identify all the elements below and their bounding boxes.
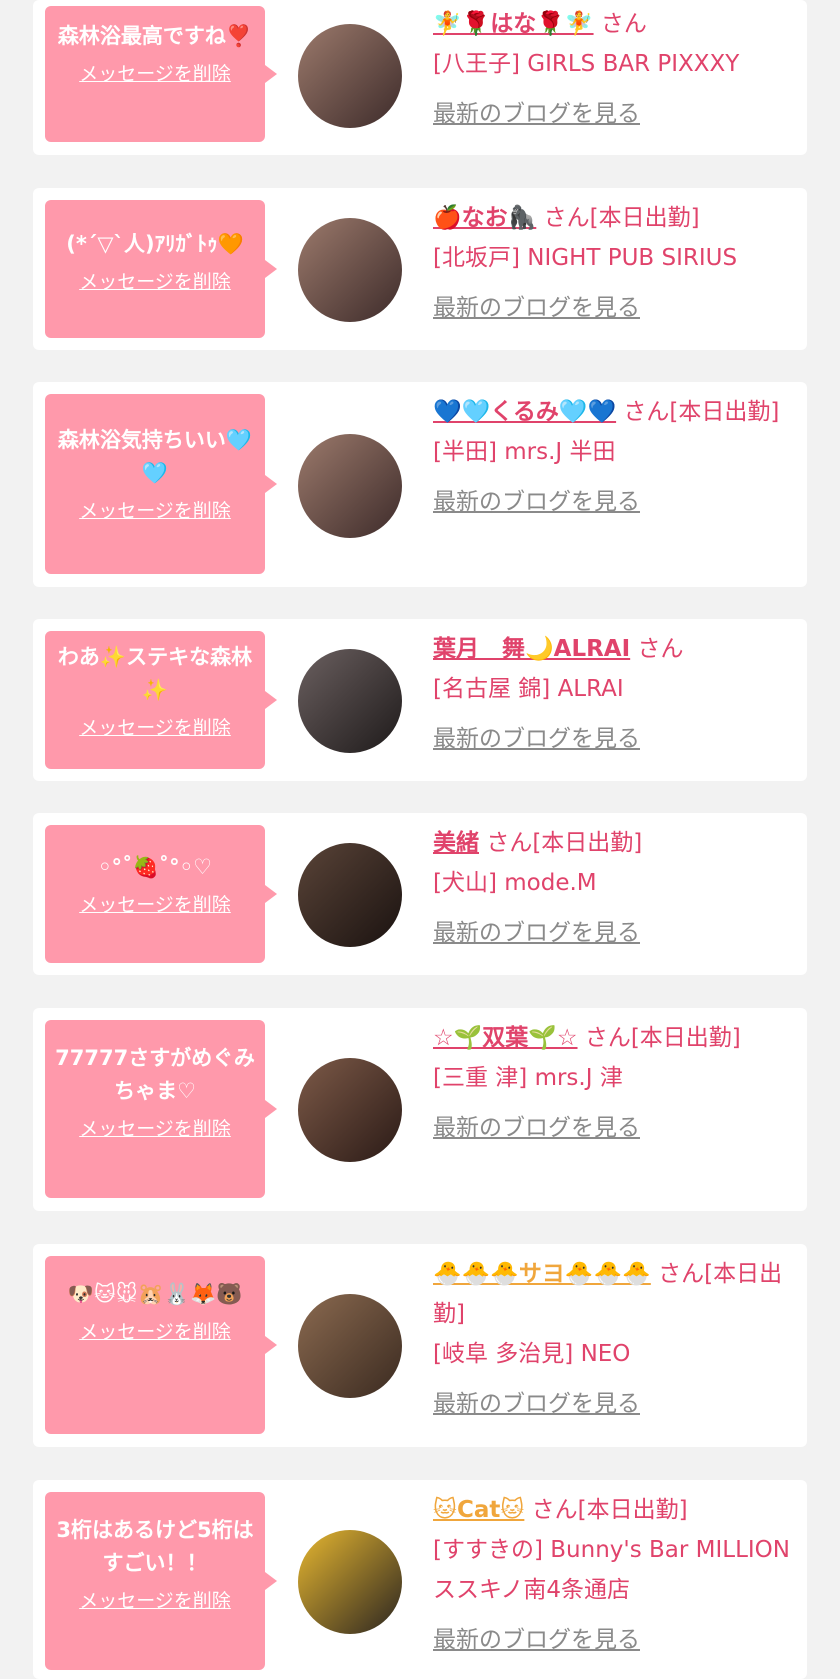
latest-blog-link[interactable]: 最新のブログを見る [433,94,793,134]
shop-name: [八王子] GIRLS BAR PIXXXY [433,51,740,77]
avatar[interactable] [298,24,402,128]
list-item: わあ✨ステキな森林✨ メッセージを削除 葉月 舞🌙ALRAI さん [名古屋 錦… [33,619,807,781]
delete-message-link[interactable]: メッセージを削除 [53,890,257,917]
cast-name-link[interactable]: ☆🌱双葉🌱☆ [433,1025,578,1051]
message-bubble: (*´▽`人)ｱﾘｶﾞﾄｩ🧡 メッセージを削除 [45,200,277,338]
message-bubble: わあ✨ステキな森林✨ メッセージを削除 [45,631,277,769]
latest-blog-link[interactable]: 最新のブログを見る [433,288,793,328]
delete-message-link[interactable]: メッセージを削除 [53,1317,257,1344]
latest-blog-link[interactable]: 最新のブログを見る [433,482,793,522]
message-text: 🐶🐱🐭🐹🐰🦊🐻 [67,1282,243,1306]
list-item: 森林浴気持ちいい🩵🩵 メッセージを削除 💙🩵くるみ🩵💙 さん[本日出勤] [半田… [33,382,807,587]
delete-message-link[interactable]: メッセージを削除 [53,713,257,740]
list-item: 🐶🐱🐭🐹🐰🦊🐻 メッセージを削除 🐣🐣🐣サヨ🐣🐣🐣 さん[本日出勤] [岐阜 多… [33,1244,807,1447]
shop-name: [三重 津] mrs.J 津 [433,1065,623,1091]
cast-name-link[interactable]: 💙🩵くるみ🩵💙 [433,399,616,425]
message-text: 3桁はあるけど5桁はすごい！！ [56,1518,254,1575]
avatar[interactable] [298,218,402,322]
list-item: 77777さすがめぐみちゃま♡ メッセージを削除 ☆🌱双葉🌱☆ さん[本日出勤]… [33,1008,807,1211]
honorific-status: さん[本日出勤] [543,205,700,231]
favorites-list: 森林浴最高ですね❣️ メッセージを削除 🧚🌹はな🌹🧚 さん [八王子] GIRL… [0,0,840,1679]
list-item: ◦°˚🍓˚°◦♡ メッセージを削除 美緒 さん[本日出勤] [犬山] mode.… [33,813,807,975]
message-bubble: 3桁はあるけど5桁はすごい！！ メッセージを削除 [45,1492,277,1670]
avatar[interactable] [298,843,402,947]
honorific-status: さん [600,11,647,37]
latest-blog-link[interactable]: 最新のブログを見る [433,1108,793,1148]
avatar[interactable] [298,649,402,753]
message-bubble: 森林浴気持ちいい🩵🩵 メッセージを削除 [45,394,277,574]
latest-blog-link[interactable]: 最新のブログを見る [433,913,793,953]
list-item: 3桁はあるけど5桁はすごい！！ メッセージを削除 🐱Cat🐱 さん[本日出勤] … [33,1480,807,1679]
honorific-status: さん [637,636,684,662]
message-text: (*´▽`人)ｱﾘｶﾞﾄｩ🧡 [66,232,244,256]
cast-name-link[interactable]: 🐱Cat🐱 [433,1497,524,1523]
shop-name: [北坂戸] NIGHT PUB SIRIUS [433,245,738,271]
shop-name: [名古屋 錦] ALRAI [433,676,624,702]
honorific-status: さん[本日出勤] [531,1497,688,1523]
avatar[interactable] [298,1058,402,1162]
avatar[interactable] [298,1530,402,1634]
avatar[interactable] [298,434,402,538]
cast-name-link[interactable]: 葉月 舞🌙ALRAI [433,636,630,662]
message-bubble: ◦°˚🍓˚°◦♡ メッセージを削除 [45,825,277,963]
shop-name: [すすきの] Bunny's Bar MILLION ススキノ南4条通店 [433,1537,790,1603]
delete-message-link[interactable]: メッセージを削除 [53,1114,257,1141]
shop-name: [半田] mrs.J 半田 [433,439,616,465]
message-bubble: 77777さすがめぐみちゃま♡ メッセージを削除 [45,1020,277,1198]
delete-message-link[interactable]: メッセージを削除 [53,496,257,523]
cast-name-link[interactable]: 美緒 [433,830,479,856]
list-item: 森林浴最高ですね❣️ メッセージを削除 🧚🌹はな🌹🧚 さん [八王子] GIRL… [33,0,807,155]
shop-name: [岐阜 多治見] NEO [433,1341,631,1367]
delete-message-link[interactable]: メッセージを削除 [53,267,257,294]
message-text: ◦°˚🍓˚°◦♡ [98,855,212,879]
latest-blog-link[interactable]: 最新のブログを見る [433,1620,793,1660]
message-text: 森林浴最高ですね❣️ [57,24,253,48]
message-text: 森林浴気持ちいい🩵🩵 [57,428,253,485]
latest-blog-link[interactable]: 最新のブログを見る [433,719,793,759]
shop-name: [犬山] mode.M [433,870,597,896]
cast-name-link[interactable]: 🧚🌹はな🌹🧚 [433,11,594,37]
latest-blog-link[interactable]: 最新のブログを見る [433,1384,793,1424]
message-text: 77777さすがめぐみちゃま♡ [55,1046,255,1103]
list-item: (*´▽`人)ｱﾘｶﾞﾄｩ🧡 メッセージを削除 🍎なお🦍 さん[本日出勤] [北… [33,188,807,350]
delete-message-link[interactable]: メッセージを削除 [53,1586,257,1613]
cast-name-link[interactable]: 🐣🐣🐣サヨ🐣🐣🐣 [433,1261,651,1287]
message-text: わあ✨ステキな森林✨ [57,645,253,702]
honorific-status: さん[本日出勤] [486,830,643,856]
cast-name-link[interactable]: 🍎なお🦍 [433,205,536,231]
message-bubble: 🐶🐱🐭🐹🐰🦊🐻 メッセージを削除 [45,1256,277,1434]
honorific-status: さん[本日出勤] [623,399,780,425]
delete-message-link[interactable]: メッセージを削除 [53,59,257,86]
honorific-status: さん[本日出勤] [584,1025,741,1051]
message-bubble: 森林浴最高ですね❣️ メッセージを削除 [45,6,277,142]
avatar[interactable] [298,1294,402,1398]
